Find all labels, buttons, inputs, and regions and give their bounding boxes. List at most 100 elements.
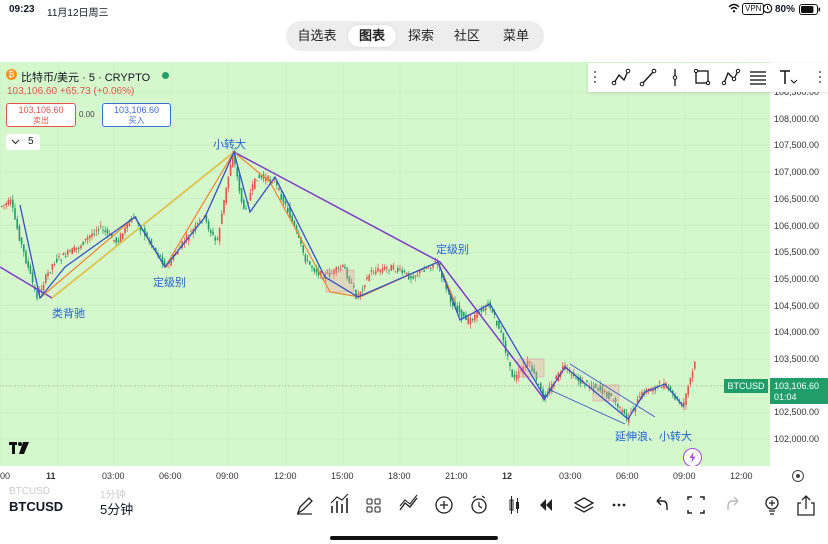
tradingview-logo bbox=[9, 442, 31, 460]
candle-body bbox=[119, 233, 122, 242]
fullscreen-icon[interactable] bbox=[687, 496, 705, 514]
sell-label: 卖出 bbox=[33, 116, 49, 125]
price-change: +65.73 (+0.06%) bbox=[59, 86, 135, 97]
bar-countdown: 01:04 bbox=[774, 392, 797, 402]
spread-value: 0.00 bbox=[79, 110, 95, 119]
redo-icon[interactable] bbox=[727, 496, 739, 510]
layout-grid-icon[interactable] bbox=[366, 498, 381, 513]
candle-body bbox=[403, 270, 406, 273]
candle-body bbox=[271, 182, 274, 184]
time-axis[interactable]: 00 11 03:00 06:00 09:00 12:00 15:00 18:00 21:00 1… bbox=[0, 466, 770, 486]
candle-body bbox=[482, 308, 485, 311]
tab-community[interactable]: 社区 bbox=[446, 25, 488, 47]
candle-body bbox=[537, 384, 540, 385]
trend-line-yellow bbox=[51, 151, 235, 299]
vertical-line-tool-icon[interactable] bbox=[672, 69, 678, 86]
tab-chart[interactable]: 图表 bbox=[348, 25, 396, 47]
annotation-extension: 延伸浪、 bbox=[615, 431, 659, 443]
undo-icon[interactable] bbox=[656, 496, 668, 510]
time-axis-label: 09:00 bbox=[673, 471, 696, 481]
candle-body bbox=[273, 180, 276, 182]
indicators-icon[interactable] bbox=[330, 493, 349, 513]
candle-body bbox=[207, 221, 210, 230]
compare-icon[interactable] bbox=[399, 494, 418, 511]
text-tool-icon[interactable] bbox=[780, 70, 798, 84]
candle-body bbox=[20, 237, 23, 245]
candle-body bbox=[40, 288, 43, 291]
symbol-title[interactable]: 比特币/美元 · 5 · CRYPTO bbox=[21, 69, 150, 85]
candle-body bbox=[337, 268, 340, 269]
polyline-tool-icon[interactable] bbox=[611, 68, 631, 86]
tab-explore[interactable]: 探索 bbox=[400, 25, 442, 47]
candle-body bbox=[69, 250, 71, 252]
status-bar: 09:23 11月12日周三 VPN 80% bbox=[0, 0, 828, 20]
replay-lightning-icon[interactable] bbox=[683, 448, 702, 467]
time-axis-label: 21:00 bbox=[445, 471, 468, 481]
add-icon[interactable] bbox=[435, 496, 453, 514]
tab-menu[interactable]: 菜单 bbox=[492, 25, 540, 47]
annotation-level-right: 定级别 bbox=[436, 244, 469, 256]
alert-clock-icon[interactable] bbox=[471, 495, 487, 514]
time-axis-label: 12:00 bbox=[274, 471, 297, 481]
rewind-icon[interactable] bbox=[540, 499, 552, 511]
annotation-level-left: 定级别 bbox=[153, 277, 186, 289]
ideas-bulb-icon[interactable] bbox=[765, 496, 779, 515]
time-axis-label: 03:00 bbox=[102, 471, 125, 481]
pencil-icon[interactable] bbox=[296, 497, 313, 515]
more-tools-icon[interactable] bbox=[819, 71, 821, 83]
candle-body bbox=[304, 254, 307, 262]
candle-body bbox=[225, 187, 227, 204]
candle-body bbox=[372, 272, 375, 274]
candle-body bbox=[485, 307, 487, 311]
candle-type-icon[interactable] bbox=[509, 496, 519, 514]
price-axis-label: 106,000.00 bbox=[774, 220, 820, 231]
candle-body bbox=[375, 270, 377, 274]
tab-watchlist[interactable]: 自选表 bbox=[290, 25, 344, 47]
candle-body bbox=[170, 261, 172, 266]
candle-body bbox=[669, 386, 672, 390]
candle-body bbox=[313, 268, 315, 272]
time-axis-label: 06:00 bbox=[159, 471, 182, 481]
candle-body bbox=[397, 268, 399, 272]
ohlc-summary: 103,106.60 +65.73 (+0.06%) bbox=[7, 86, 134, 97]
trend-line-tool-icon[interactable] bbox=[639, 68, 657, 87]
time-axis-label: 12:00 bbox=[730, 471, 753, 481]
candle-body bbox=[218, 228, 221, 242]
fib-retracement-tool-icon[interactable] bbox=[750, 71, 766, 85]
candle-body bbox=[584, 384, 586, 386]
share-icon[interactable] bbox=[797, 495, 815, 516]
candle-body bbox=[236, 167, 238, 177]
chart-pane[interactable]: ₿ 比特币/美元 · 5 · CRYPTO 103,106.60 +65.73 … bbox=[0, 62, 770, 486]
candle-body bbox=[309, 261, 311, 265]
battery-percent: 80% bbox=[775, 4, 796, 15]
candle-body bbox=[258, 175, 260, 178]
candle-body bbox=[361, 288, 364, 290]
candle-body bbox=[256, 180, 258, 182]
candle-body bbox=[507, 353, 509, 356]
candle-body bbox=[344, 266, 346, 269]
sell-button[interactable]: 103,106.60 卖出 bbox=[6, 103, 76, 127]
candle-body bbox=[18, 226, 21, 241]
drag-handle-icon[interactable] bbox=[594, 71, 596, 83]
rectangle-tool-icon[interactable] bbox=[693, 68, 711, 86]
candle-body bbox=[23, 244, 25, 252]
candle-body bbox=[661, 386, 663, 389]
pattern-tool-icon[interactable] bbox=[721, 68, 741, 86]
highlight-box bbox=[325, 269, 355, 293]
candle-body bbox=[84, 238, 87, 241]
price-axis[interactable]: 108,500.00108,000.00107,500.00107,000.00… bbox=[724, 62, 828, 486]
candle-body bbox=[221, 213, 223, 224]
candle-body bbox=[467, 317, 469, 324]
candle-body bbox=[86, 237, 89, 240]
axis-settings-icon[interactable] bbox=[792, 470, 804, 482]
candle-body bbox=[480, 309, 483, 312]
more-options-icon[interactable] bbox=[612, 503, 626, 507]
candle-body bbox=[500, 330, 502, 333]
candle-body bbox=[416, 274, 419, 276]
annotation-small-reversal-top: 小转大 bbox=[213, 139, 246, 151]
candle-body bbox=[381, 268, 384, 273]
buy-button[interactable]: 103,106.60 买入 bbox=[102, 103, 171, 127]
interval-selector[interactable]: 5 bbox=[6, 134, 40, 150]
candle-body bbox=[58, 256, 60, 258]
layers-icon[interactable] bbox=[573, 497, 595, 513]
